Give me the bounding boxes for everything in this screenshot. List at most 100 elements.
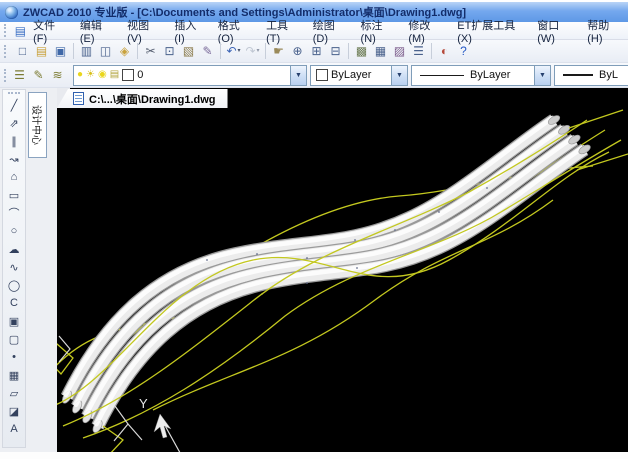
menu-item-1[interactable]: 编辑(E) (73, 16, 120, 46)
toolbar-separator (73, 43, 74, 59)
layer-buttons: ☰✎ ≋ (10, 66, 67, 84)
spline-button[interactable]: ∿ (5, 258, 23, 276)
redo-dropdown-icon[interactable]: ▾ (257, 48, 260, 54)
design-center-tab[interactable]: 设计中心 (28, 92, 47, 158)
draw-toolbar-grip[interactable] (8, 92, 20, 94)
pan-realtime-icon: ☛ (273, 45, 284, 57)
menu-item-7[interactable]: 标注(N) (354, 16, 402, 46)
plot-icon: ▥ (81, 45, 92, 57)
gradient-button[interactable]: ◪ (5, 402, 23, 420)
redo-button[interactable]: ↷▾ (243, 42, 262, 60)
layer-properties-button[interactable]: ☰ (10, 66, 29, 84)
region-button[interactable]: ▱ (5, 384, 23, 402)
menu-item-5[interactable]: 工具(T) (259, 16, 306, 46)
tool-palettes-icon: ▨ (394, 45, 405, 57)
color-swatch (316, 69, 328, 81)
find-button[interactable]: ◐ (435, 42, 454, 60)
layer-previous-button[interactable]: ≋ (48, 66, 67, 84)
menu-item-10[interactable]: 窗口(W) (530, 16, 580, 46)
cut-button[interactable]: ✂ (141, 42, 160, 60)
lineweight-combo[interactable]: ByL (554, 65, 628, 86)
point-button[interactable]: • (5, 348, 23, 366)
undo-icon: ↶ (226, 45, 236, 57)
zoom-realtime-icon: ⊕ (292, 45, 302, 57)
color-combo[interactable]: ByLayer ▼ (310, 65, 408, 86)
linetype-combo-dropdown-icon[interactable]: ▼ (534, 66, 550, 85)
circle-button[interactable]: ○ (5, 222, 23, 240)
publish-button[interactable]: ◈ (115, 42, 134, 60)
ellipse-arc-button[interactable]: C (5, 294, 23, 312)
ellipse-icon: ◯ (8, 279, 20, 292)
layer-match-button[interactable]: ✎ (29, 66, 48, 84)
construction-line-button[interactable]: ⇗ (5, 114, 23, 132)
open-icon: ▤ (36, 45, 47, 57)
revision-cloud-button[interactable]: ☁ (5, 240, 23, 258)
menu-item-3[interactable]: 插入(I) (167, 16, 210, 46)
plot-button[interactable]: ▥ (77, 42, 96, 60)
menu-item-8[interactable]: 修改(M) (401, 16, 450, 46)
properties-button[interactable]: ▦ (371, 42, 390, 60)
construction-line-icon: ⇗ (9, 117, 18, 130)
multiline-button[interactable]: ∥ (5, 132, 23, 150)
hatch-icon: ▦ (9, 369, 19, 382)
document-tab[interactable]: C:\...\桌面\Drawing1.dwg (57, 89, 228, 108)
zoom-realtime-button[interactable]: ⊕ (288, 42, 307, 60)
save-button[interactable]: ▣ (51, 42, 70, 60)
dwg-file-icon (73, 92, 84, 105)
rectangle-button[interactable]: ▭ (5, 186, 23, 204)
color-combo-dropdown-icon[interactable]: ▼ (391, 66, 407, 85)
linetype-sample-icon (420, 75, 464, 76)
linetype-combo[interactable]: ByLayer ▼ (411, 65, 551, 86)
multiline-icon: ∥ (11, 135, 17, 148)
menubar-grip[interactable] (4, 24, 9, 37)
document-pane: C:\...\桌面\Drawing1.dwg (57, 88, 628, 452)
polyline-button[interactable]: ↝ (5, 150, 23, 168)
standard-toolbar-grip[interactable] (4, 45, 9, 58)
menu-item-9[interactable]: ET扩展工具(X) (450, 16, 530, 46)
tube-speckle (306, 282, 308, 284)
open-button[interactable]: ▤ (32, 42, 51, 60)
gradient-icon: ◪ (9, 405, 19, 418)
layer-combo-dropdown-icon[interactable]: ▼ (290, 66, 306, 85)
model-viewport[interactable]: Y (57, 108, 628, 452)
polygon-button[interactable]: ⌂ (5, 168, 23, 186)
menu-item-4[interactable]: 格式(O) (211, 16, 259, 46)
paste-button[interactable]: ▧ (179, 42, 198, 60)
menu-item-6[interactable]: 绘图(D) (306, 16, 354, 46)
copy-button[interactable]: ⊡ (160, 42, 179, 60)
design-center-button[interactable]: ▩ (352, 42, 371, 60)
make-block-button[interactable]: ▢ (5, 330, 23, 348)
match-properties-button[interactable]: ✎ (198, 42, 217, 60)
menu-item-11[interactable]: 帮助(H) (580, 16, 628, 46)
standard-toolbar-items: □▤▣▥◫◈✂⊡▧✎↶▾↷▾☛⊕⊞⊟▩▦▨☰◐? (13, 42, 473, 60)
undo-button[interactable]: ↶▾ (224, 42, 243, 60)
document-tab-label: C:\...\桌面\Drawing1.dwg (89, 91, 216, 107)
hatch-button[interactable]: ▦ (5, 366, 23, 384)
arc-button[interactable]: ⌒ (5, 204, 23, 222)
layer-previous-icon: ≋ (52, 69, 62, 81)
menubar-items: 文件(F)编辑(E)视图(V)插入(I)格式(O)工具(T)绘图(D)标注(N)… (26, 16, 628, 46)
mtext-button[interactable]: A (5, 420, 23, 438)
zoom-window-button[interactable]: ⊞ (307, 42, 326, 60)
arc-icon: ⌒ (9, 205, 20, 221)
polyline-icon: ↝ (9, 153, 18, 166)
undo-dropdown-icon[interactable]: ▾ (238, 48, 241, 54)
layer-combo[interactable]: ●☀◉▤ 0 ▼ (73, 65, 307, 86)
insert-block-button[interactable]: ▣ (5, 312, 23, 330)
zoom-previous-button[interactable]: ⊟ (326, 42, 345, 60)
properties-toolbar-grip[interactable] (4, 69, 6, 82)
ellipse-button[interactable]: ◯ (5, 276, 23, 294)
rectangle-icon: ▭ (9, 189, 19, 202)
line-button[interactable]: ╱ (5, 96, 23, 114)
tool-palettes-button[interactable]: ▨ (390, 42, 409, 60)
menu-item-2[interactable]: 视图(V) (120, 16, 167, 46)
toolbar-separator (431, 43, 432, 59)
new-button[interactable]: □ (13, 42, 32, 60)
help-button[interactable]: ? (454, 42, 473, 60)
polygon-icon: ⌂ (11, 171, 18, 183)
pan-realtime-button[interactable]: ☛ (269, 42, 288, 60)
print-preview-button[interactable]: ◫ (96, 42, 115, 60)
calculator-button[interactable]: ☰ (409, 42, 428, 60)
document-icon[interactable]: ▤ (15, 24, 26, 38)
menu-item-0[interactable]: 文件(F) (26, 16, 73, 46)
